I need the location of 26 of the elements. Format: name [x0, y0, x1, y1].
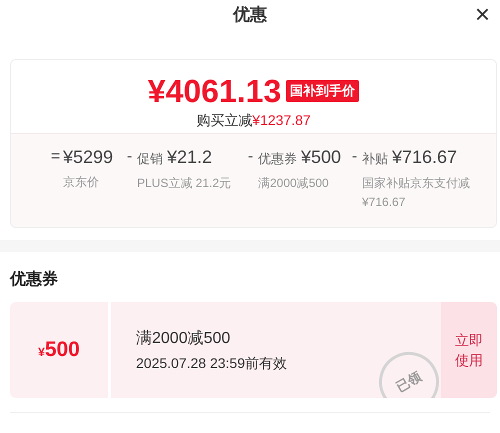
saving-label: 购买立减 [196, 112, 252, 128]
close-button[interactable]: × [474, 0, 490, 28]
price-badge: 国补到手价 [286, 80, 360, 102]
section-title: 优惠券 [10, 270, 58, 290]
breakdown-label: 优惠券 [258, 150, 297, 168]
breakdown-amount: ¥5299 [63, 146, 114, 168]
breakdown-label: 补贴 [362, 150, 388, 168]
coupon-value: ¥500 [38, 337, 80, 364]
breakdown-amount: ¥716.67 [392, 146, 458, 168]
breakdown-note: 京东价 [63, 174, 100, 191]
breakdown-note: PLUS立减 21.2元 [137, 174, 232, 192]
panel-title: 优惠 [233, 4, 267, 26]
coupon-validity: 2025.07.28 23:59前有效 [136, 354, 288, 372]
use-now-button[interactable]: 立即使用 [441, 302, 497, 398]
operator-sign: - [126, 147, 134, 167]
saving-amount: ¥1237.87 [252, 112, 311, 128]
coupon-condition: 满2000减500 [136, 328, 232, 348]
operator-sign: = [50, 147, 62, 167]
operator-sign: - [246, 147, 254, 167]
breakdown-note: 满2000减500 [258, 174, 330, 192]
breakdown-amount: ¥21.2 [167, 146, 212, 168]
breakdown-amount: ¥500 [301, 146, 342, 168]
breakdown-note: 国家补贴京东支付减¥716.67 [362, 174, 471, 210]
final-price: ¥4061.13 [148, 74, 282, 108]
operator-sign: - [350, 147, 358, 167]
breakdown-label: 促销 [137, 150, 163, 168]
